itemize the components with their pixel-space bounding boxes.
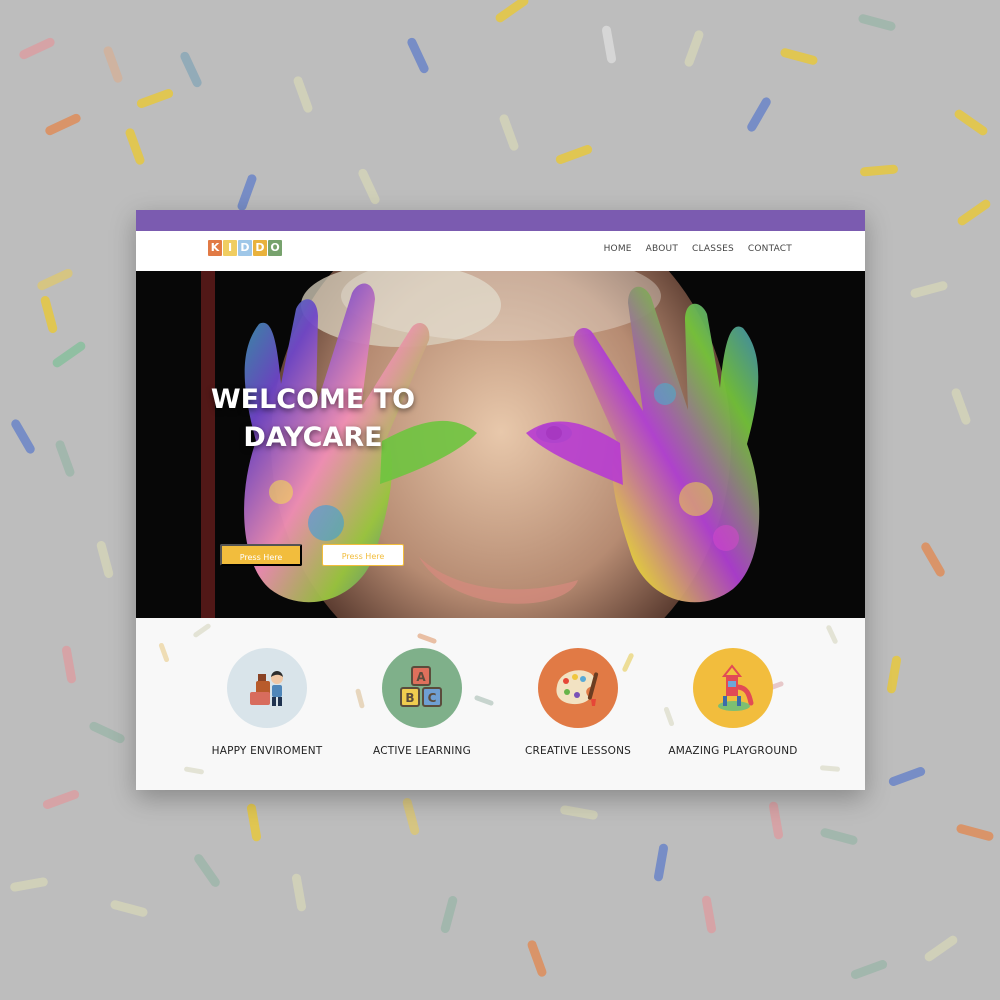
- background-sprinkle: [859, 164, 899, 177]
- decorative-sprinkle: [825, 624, 839, 645]
- feature-amazing-playground: AMAZING PLAYGROUND: [658, 648, 808, 757]
- amazing-playground-circle: [693, 648, 773, 728]
- decorative-sprinkle: [416, 632, 438, 645]
- paint-palette-icon: [556, 670, 599, 706]
- background-sprinkle: [919, 540, 947, 579]
- logo-letter: O: [268, 240, 282, 256]
- decorative-sprinkle: [819, 765, 841, 772]
- background-sprinkle: [102, 45, 124, 84]
- hero-title-line-1: WELCOME TO: [210, 384, 416, 415]
- features-section: HAPPY ENVIROMENT A B C ACTIVE LEARNING C…: [136, 618, 865, 790]
- background-sprinkle: [54, 439, 76, 478]
- decorative-sprinkle: [158, 642, 170, 663]
- background-sprinkle: [178, 50, 204, 89]
- background-sprinkle: [43, 112, 83, 137]
- background-sprinkle: [886, 655, 902, 694]
- feature-happy-environment: HAPPY ENVIROMENT: [192, 648, 342, 757]
- background-sprinkle: [950, 387, 972, 426]
- site-header: K I D D O HOME ABOUT CLASSES CONTACT: [136, 231, 865, 271]
- background-sprinkle: [768, 801, 784, 840]
- background-sprinkle: [236, 173, 258, 212]
- child-toys-icon: [250, 671, 283, 706]
- background-sprinkle: [653, 843, 669, 882]
- logo-letter: I: [223, 240, 237, 256]
- background-sprinkle: [683, 29, 705, 68]
- background-sprinkle: [849, 958, 889, 981]
- hero-title-line-2: DAYCARE: [243, 422, 383, 453]
- background-sprinkle: [291, 873, 307, 912]
- background-sprinkle: [493, 0, 531, 25]
- hero-section: WELCOME TO DAYCARE Press Here Press Here: [136, 271, 865, 618]
- svg-text:B: B: [405, 691, 414, 705]
- background-sprinkle: [192, 852, 222, 889]
- background-sprinkle: [61, 645, 77, 684]
- decorative-sprinkle: [183, 766, 205, 775]
- press-here-secondary-button[interactable]: Press Here: [322, 544, 404, 566]
- background-sprinkle: [87, 720, 127, 745]
- nav-about[interactable]: ABOUT: [646, 244, 678, 254]
- kiddo-logo[interactable]: K I D D O: [208, 240, 282, 256]
- background-sprinkle: [246, 803, 262, 842]
- background-sprinkle: [559, 804, 599, 821]
- background-sprinkle: [887, 765, 927, 788]
- nav-classes[interactable]: CLASSES: [692, 244, 734, 254]
- background-sprinkle: [35, 267, 75, 292]
- main-navigation: HOME ABOUT CLASSES CONTACT: [604, 244, 792, 254]
- svg-text:A: A: [416, 670, 426, 684]
- background-sprinkle: [857, 13, 897, 32]
- feature-label: ACTIVE LEARNING: [373, 745, 471, 757]
- feature-active-learning: A B C ACTIVE LEARNING: [347, 648, 497, 757]
- background-sprinkle: [9, 417, 37, 456]
- background-sprinkle: [701, 895, 717, 934]
- feature-label: HAPPY ENVIROMENT: [211, 745, 323, 757]
- hero-title: WELCOME TO DAYCARE: [198, 381, 428, 457]
- active-learning-circle: A B C: [382, 648, 462, 728]
- background-sprinkle: [909, 280, 949, 299]
- creative-lessons-circle: [538, 648, 618, 728]
- svg-text:C: C: [428, 691, 437, 705]
- background-sprinkle: [526, 939, 548, 978]
- background-sprinkle: [955, 823, 995, 842]
- nav-contact[interactable]: CONTACT: [748, 244, 792, 254]
- background-sprinkle: [955, 197, 993, 228]
- nav-home[interactable]: HOME: [604, 244, 632, 254]
- background-sprinkle: [819, 827, 859, 846]
- background-sprinkle: [356, 167, 382, 206]
- website-mockup: K I D D O HOME ABOUT CLASSES CONTACT WEL…: [136, 210, 865, 790]
- slide-icon: [718, 664, 754, 711]
- background-sprinkle: [745, 95, 773, 134]
- decorative-sprinkle: [192, 622, 212, 639]
- background-sprinkle: [95, 539, 115, 580]
- background-sprinkle: [39, 294, 59, 335]
- feature-label: CREATIVE LESSONS: [524, 745, 632, 757]
- background-sprinkle: [9, 876, 49, 893]
- logo-letter: D: [238, 240, 252, 256]
- background-sprinkle: [405, 36, 431, 75]
- background-sprinkle: [554, 143, 594, 166]
- background-sprinkle: [498, 113, 520, 152]
- background-sprinkle: [135, 87, 175, 110]
- background-sprinkle: [292, 75, 314, 114]
- background-sprinkle: [952, 107, 990, 138]
- background-sprinkle: [601, 25, 617, 64]
- logo-letter: D: [253, 240, 267, 256]
- background-sprinkle: [401, 796, 421, 837]
- background-sprinkle: [41, 788, 81, 811]
- background-sprinkle: [17, 36, 57, 61]
- purple-top-bar: [136, 210, 865, 231]
- press-here-primary-button[interactable]: Press Here: [220, 544, 302, 566]
- background-sprinkle: [50, 339, 88, 370]
- background-sprinkle: [109, 899, 149, 918]
- background-sprinkle: [124, 127, 146, 166]
- background-sprinkle: [922, 933, 960, 964]
- feature-creative-lessons: CREATIVE LESSONS: [503, 648, 653, 757]
- background-sprinkle: [439, 894, 459, 935]
- logo-letter: K: [208, 240, 222, 256]
- background-sprinkle: [779, 47, 819, 66]
- happy-environment-circle: [227, 648, 307, 728]
- feature-label: AMAZING PLAYGROUND: [668, 745, 798, 757]
- abc-blocks-icon: A B C: [400, 666, 442, 707]
